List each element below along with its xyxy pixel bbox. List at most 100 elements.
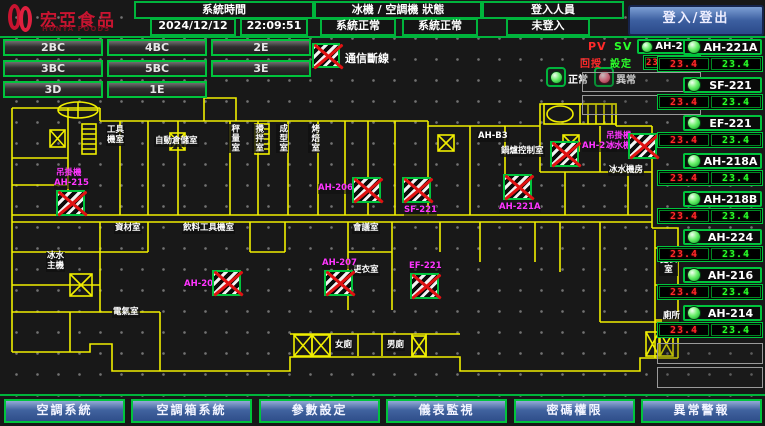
unit-button-sf-221[interactable]: SF-221 bbox=[683, 77, 762, 93]
equipment-marker-comm-lost[interactable] bbox=[56, 190, 85, 216]
sv-value: 23.4 bbox=[711, 210, 761, 222]
unit-led-icon bbox=[687, 78, 701, 92]
equipment-marker-comm-lost[interactable] bbox=[503, 174, 532, 200]
unit-values: 23.423.4 bbox=[657, 208, 763, 224]
login-user-value: 未登入 bbox=[506, 18, 590, 36]
pv-value: 23.4 bbox=[659, 324, 709, 336]
login-user-label: 登入人員 bbox=[482, 1, 624, 19]
room-label: 工具 機室 bbox=[106, 126, 125, 146]
system-time-value: 22:09:51 bbox=[240, 18, 308, 36]
normal-led-bezel bbox=[546, 67, 566, 87]
empty-slot bbox=[657, 367, 763, 388]
footer-separator bbox=[0, 394, 765, 396]
floor-button-3d[interactable]: 3D bbox=[3, 81, 103, 98]
unit-button-label: AH-216 bbox=[701, 269, 760, 282]
sv-value: 23.4 bbox=[711, 286, 761, 298]
unit-values: 23.423.4 bbox=[657, 56, 763, 72]
login-logout-button[interactable]: 登入/登出 bbox=[628, 5, 764, 36]
unit-button-ef-221[interactable]: EF-221 bbox=[683, 115, 762, 131]
floor-button-3e[interactable]: 3E bbox=[211, 60, 311, 77]
floor-button-1e[interactable]: 1E bbox=[107, 81, 207, 98]
unit-led-icon bbox=[687, 40, 701, 54]
pv-value: 23.4 bbox=[659, 134, 709, 146]
brand-name-en: HUNYA FOODS bbox=[42, 25, 110, 33]
floor-button-2bc[interactable]: 2BC bbox=[3, 39, 103, 56]
sv-header-label: SV bbox=[614, 40, 632, 53]
equipment-marker-comm-lost[interactable] bbox=[352, 177, 381, 203]
equipment-label: EF-221 bbox=[409, 262, 442, 272]
room-label: 鍋爐控制室 bbox=[500, 147, 545, 157]
pv-header-label: PV bbox=[588, 40, 607, 53]
room-label: 自動倉儲室 bbox=[154, 137, 199, 147]
unit-led-icon bbox=[687, 268, 701, 282]
room-label: 冰水機房 bbox=[608, 166, 644, 176]
unit-led-icon bbox=[687, 230, 701, 244]
room-label: AH-B3 bbox=[477, 132, 509, 142]
equipment-marker-comm-lost[interactable] bbox=[550, 141, 579, 167]
equipment-label: AH-207 bbox=[322, 259, 357, 269]
equipment-label: SF-221 bbox=[404, 206, 437, 216]
unit-button-label: AH-218B bbox=[701, 193, 760, 206]
nav-button-3[interactable]: 參數設定 bbox=[259, 399, 380, 423]
equipment-marker-comm-lost[interactable] bbox=[402, 177, 431, 203]
unit-button-ah-218a[interactable]: AH-218A bbox=[683, 153, 762, 169]
pv-value: 23.4 bbox=[659, 172, 709, 184]
comm-lost-legend-label: 通信斷線 bbox=[345, 50, 389, 66]
room-label: 廁所 bbox=[662, 312, 681, 322]
nav-button-2[interactable]: 空調箱系統 bbox=[131, 399, 252, 423]
room-label: 秤量室 bbox=[228, 124, 240, 153]
sv-value: 23.4 bbox=[711, 58, 761, 70]
room-label: 女廁 bbox=[334, 341, 353, 351]
normal-led-icon bbox=[550, 71, 563, 84]
nav-button-1[interactable]: 空調系統 bbox=[4, 399, 125, 423]
header-separator bbox=[0, 36, 765, 38]
unit-button-label: AH-224 bbox=[701, 231, 760, 244]
unit-led-icon bbox=[687, 154, 701, 168]
unit-values: 23.423.4 bbox=[657, 132, 763, 148]
unit-button-label: SF-221 bbox=[701, 79, 760, 92]
pv-value: 23.4 bbox=[659, 248, 709, 260]
unit-button-ah-216[interactable]: AH-216 bbox=[683, 267, 762, 283]
floor-button-2e[interactable]: 2E bbox=[211, 39, 311, 56]
unit-values: 23.423.4 bbox=[657, 246, 763, 262]
room-label: 烤焙室 bbox=[308, 124, 320, 153]
floor-button-4bc[interactable]: 4BC bbox=[107, 39, 207, 56]
room-label: 冰水 主機 bbox=[46, 252, 65, 272]
unit-led-icon bbox=[687, 192, 701, 206]
unit-led-icon bbox=[687, 306, 701, 320]
equipment-marker-comm-lost[interactable] bbox=[212, 270, 241, 296]
unit-button-ah-221a[interactable]: AH-221A bbox=[683, 39, 762, 55]
pv-value: 23.4 bbox=[659, 58, 709, 70]
comm-lost-legend-icon bbox=[312, 43, 340, 68]
unit-button-ah-218b[interactable]: AH-218B bbox=[683, 191, 762, 207]
unit-button-label: AH-214 bbox=[701, 307, 760, 320]
unit-button-label: EF-221 bbox=[701, 117, 760, 130]
equipment-marker-comm-lost[interactable] bbox=[628, 133, 657, 159]
pv-value: 23.4 bbox=[659, 286, 709, 298]
unit-button-ah-224[interactable]: AH-224 bbox=[683, 229, 762, 245]
floor-button-3bc[interactable]: 3BC bbox=[3, 60, 103, 77]
machine-status-label: 冰機 / 空調機 狀態 bbox=[314, 1, 482, 19]
unit-values: 23.423.4 bbox=[657, 170, 763, 186]
equipment-marker-comm-lost[interactable] bbox=[410, 273, 439, 299]
nav-button-4[interactable]: 儀表監視 bbox=[386, 399, 507, 423]
sv-name-label: 設定 bbox=[610, 55, 632, 70]
nav-button-6[interactable]: 異常警報 bbox=[641, 399, 762, 423]
equipment-marker-comm-lost[interactable] bbox=[324, 270, 353, 296]
system-date-value: 2024/12/12 bbox=[150, 18, 236, 36]
unit-button-label: AH-218A bbox=[701, 155, 760, 168]
sv-value: 23.4 bbox=[711, 324, 761, 336]
pv-name-label: 回授 bbox=[580, 55, 602, 70]
room-label: 成型室 bbox=[276, 124, 288, 153]
unit-button-ah-214[interactable]: AH-214 bbox=[683, 305, 762, 321]
nav-button-5[interactable]: 密碼權限 bbox=[514, 399, 635, 423]
floor-button-5bc[interactable]: 5BC bbox=[107, 60, 207, 77]
room-label: 攪拌室 bbox=[252, 124, 264, 153]
unit-values: 23.423.4 bbox=[657, 94, 763, 110]
room-label: 會議室 bbox=[352, 224, 380, 234]
sv-value: 23.4 bbox=[711, 134, 761, 146]
empty-slot bbox=[657, 343, 763, 364]
hunya-logo-icon bbox=[8, 4, 38, 33]
unit-values: 23.423.4 bbox=[657, 322, 763, 338]
pv-value: 23.4 bbox=[659, 96, 709, 108]
